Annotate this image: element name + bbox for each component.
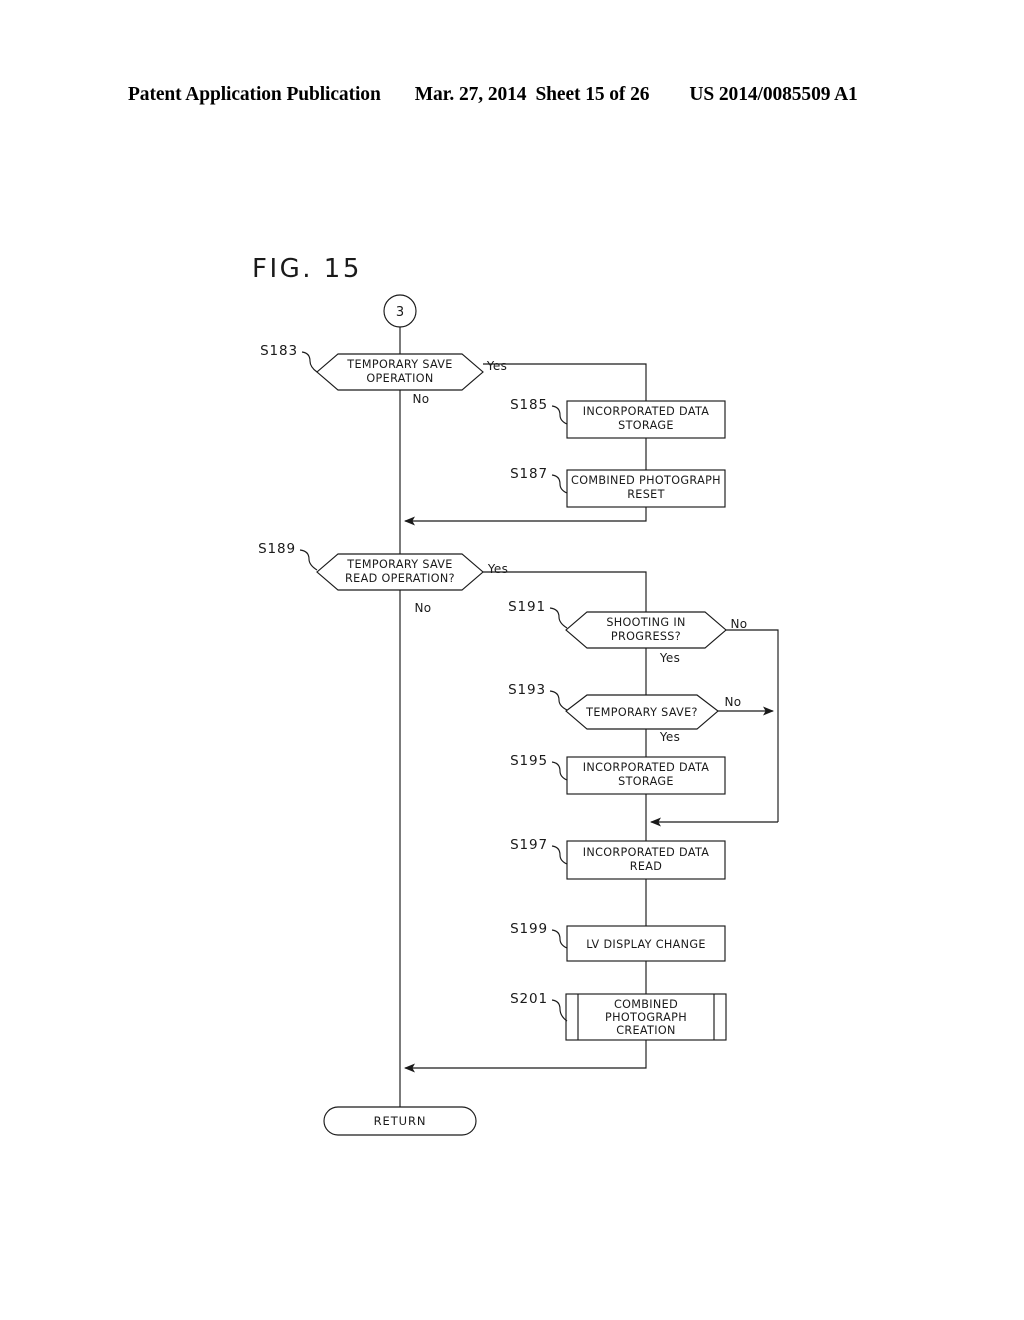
s193-step-leader [549, 690, 568, 711]
return-terminal-label: RETURN [374, 1114, 427, 1128]
s199-step-leader [551, 929, 568, 949]
node-return-terminal[interactable]: RETURN [323, 1106, 477, 1136]
node-entry-connector[interactable]: 3 [383, 294, 417, 328]
s201-step-id: S201 [510, 991, 548, 1007]
node-s187[interactable]: COMBINED PHOTOGRAPH RESET S187 [510, 466, 726, 508]
node-s189[interactable]: TEMPORARY SAVE READ OPERATION? S189 Yes … [258, 541, 508, 615]
s195-label-line1: INCORPORATED DATA [583, 761, 710, 774]
s187-step-id: S187 [510, 466, 548, 482]
s191-step-leader [549, 607, 568, 629]
s193-no-branch-label: No [725, 695, 742, 709]
s185-label-line2: STORAGE [618, 419, 674, 432]
s183-label-line1: TEMPORARY SAVE [346, 358, 452, 371]
node-s199[interactable]: LV DISPLAY CHANGE S199 [510, 921, 726, 962]
s187-label-line2: RESET [627, 488, 665, 501]
s183-yes-branch-label: Yes [486, 359, 507, 373]
s201-label-line2: PHOTOGRAPH [605, 1011, 687, 1024]
s199-label-line1: LV DISPLAY CHANGE [586, 938, 706, 951]
node-s193[interactable]: TEMPORARY SAVE? S193 No Yes [508, 682, 741, 744]
edge-s201-to-spine [404, 1040, 647, 1073]
s191-no-branch-label: No [731, 617, 748, 631]
s197-label-line2: READ [630, 860, 663, 873]
s189-yes-branch-label: Yes [487, 562, 508, 576]
s201-label-line3: CREATION [616, 1024, 676, 1037]
edge-s191-no-bypass [723, 629, 779, 822]
s183-step-id: S183 [260, 343, 298, 359]
s191-label-line1: SHOOTING IN [606, 616, 685, 629]
s189-step-leader [299, 549, 318, 571]
s193-label-line1: TEMPORARY SAVE? [585, 706, 698, 719]
s187-step-leader [551, 474, 568, 494]
s183-no-branch-label: No [413, 392, 430, 406]
s189-step-id: S189 [258, 541, 296, 557]
s197-step-leader [551, 845, 568, 865]
s189-label-line1: TEMPORARY SAVE [346, 558, 452, 571]
s195-step-id: S195 [510, 753, 548, 769]
s185-label-line1: INCORPORATED DATA [583, 405, 710, 418]
s193-yes-branch-label: Yes [659, 730, 680, 744]
figure-area: FIG. 15 3 TEMPORARY SAVE OPERATION S183 … [0, 0, 1024, 1320]
node-s201[interactable]: COMBINED PHOTOGRAPH CREATION S201 [510, 991, 727, 1041]
node-s195[interactable]: INCORPORATED DATA STORAGE S195 [510, 753, 726, 795]
s185-step-leader [551, 405, 568, 425]
entry-connector-label: 3 [396, 305, 404, 320]
s201-step-leader [551, 999, 568, 1022]
s185-step-id: S185 [510, 397, 548, 413]
node-s183[interactable]: TEMPORARY SAVE OPERATION S183 Yes No [260, 343, 507, 406]
s183-step-leader [301, 351, 318, 373]
s189-label-line2: READ OPERATION? [345, 572, 455, 585]
s193-step-id: S193 [508, 682, 546, 698]
node-s185[interactable]: INCORPORATED DATA STORAGE S185 [510, 397, 726, 439]
flowchart-diagram: 3 TEMPORARY SAVE OPERATION S183 Yes No I… [258, 294, 779, 1136]
s187-label-line1: COMBINED PHOTOGRAPH [571, 474, 721, 487]
s191-label-line2: PROGRESS? [611, 630, 681, 643]
s197-step-id: S197 [510, 837, 548, 853]
s201-label-line1: COMBINED [614, 998, 678, 1011]
s195-label-line2: STORAGE [618, 775, 674, 788]
node-s191[interactable]: SHOOTING IN PROGRESS? S191 No Yes [508, 599, 747, 665]
s183-label-line2: OPERATION [366, 372, 433, 385]
s191-yes-branch-label: Yes [659, 651, 680, 665]
s199-step-id: S199 [510, 921, 548, 937]
s195-step-leader [551, 761, 568, 781]
edge-s183-yes-to-s185 [483, 363, 647, 401]
s197-label-line1: INCORPORATED DATA [583, 846, 710, 859]
s191-step-id: S191 [508, 599, 546, 615]
s189-no-branch-label: No [415, 601, 432, 615]
node-s197[interactable]: INCORPORATED DATA READ S197 [510, 837, 726, 880]
edge-s187-to-spine [404, 507, 647, 526]
